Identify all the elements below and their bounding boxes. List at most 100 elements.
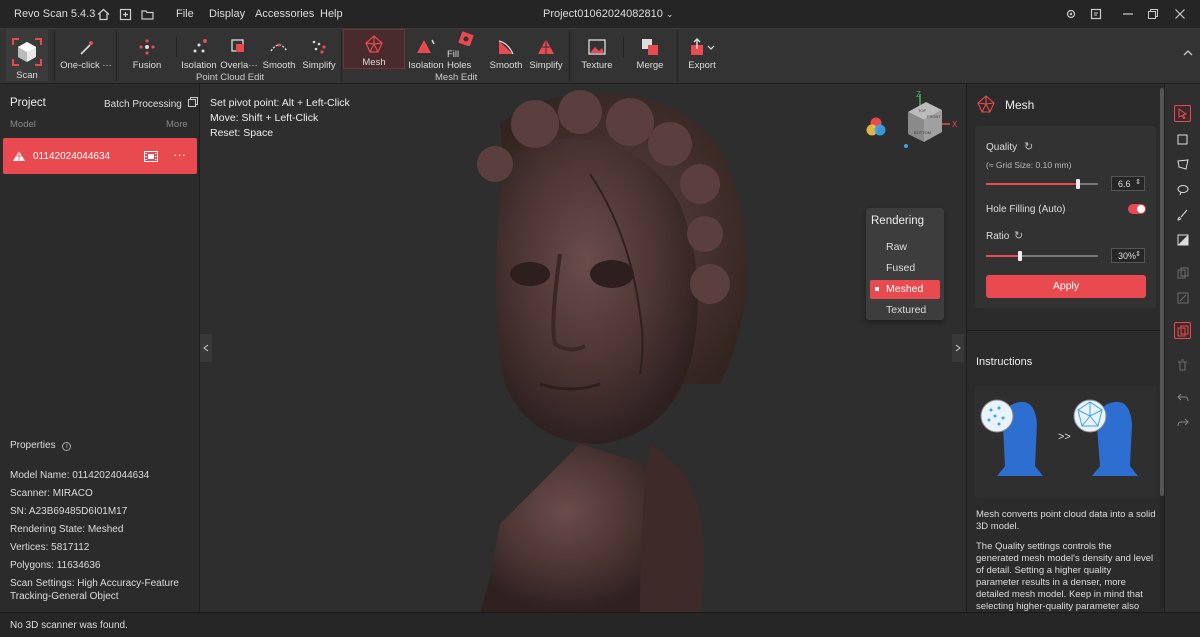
merge-button[interactable]: Merge [632, 29, 668, 71]
scan-label: Scan [16, 70, 38, 81]
texture-label: Texture [581, 60, 613, 71]
title-bar: Revo Scan 5.4.3 File Display Accessories… [0, 0, 1200, 28]
mesh-simplify-button[interactable]: Simplify [527, 29, 565, 71]
overlap-icon [231, 39, 244, 52]
ratio-value: 30% [1118, 251, 1137, 261]
menu-display[interactable]: Display [209, 8, 245, 20]
pc-overlap-button[interactable]: Overla··· [220, 29, 258, 71]
active-dot-icon [875, 287, 879, 291]
duplicate-icon[interactable] [1174, 322, 1191, 339]
rendering-raw[interactable]: Raw [870, 238, 940, 257]
collapse-right-panel-button[interactable] [952, 334, 964, 362]
brush-select-icon[interactable] [1174, 206, 1191, 223]
fusion-icon [139, 39, 155, 55]
feedback-icon[interactable] [1088, 6, 1104, 22]
mesh-model-icon [13, 151, 25, 161]
quality-value-input[interactable]: 6.6 ⇕ [1111, 176, 1145, 191]
fusion-label: Fusion [132, 60, 162, 71]
ratio-value-input[interactable]: 30% ⇕ [1111, 248, 1145, 263]
reset-ratio-icon[interactable]: ↻ [1014, 229, 1023, 242]
new-project-icon[interactable] [117, 6, 133, 22]
pc-simplify-button[interactable]: Simplify [300, 29, 338, 71]
chevron-left-icon [203, 344, 209, 352]
model-list-item[interactable]: 01142024044634 ··· [3, 138, 197, 174]
film-icon[interactable] [144, 151, 158, 162]
menu-file[interactable]: File [176, 8, 194, 20]
rendering-fused[interactable]: Fused [870, 259, 940, 278]
undo-icon[interactable] [1174, 389, 1191, 406]
fill-holes-button[interactable]: Fill Holes [447, 29, 485, 71]
ratio-slider-handle[interactable] [1017, 251, 1022, 261]
view-cube[interactable]: Z TOP FRONT BOTTOM X [900, 90, 960, 158]
pc-smooth-button[interactable]: Smooth [261, 29, 297, 71]
project-panel: Project Batch Processing Model More 0114… [0, 84, 200, 612]
rendering-menu: Rendering Raw Fused Meshed Textured [866, 208, 944, 320]
cube-top-label: TOP [918, 108, 926, 113]
invert-select-icon[interactable] [1174, 231, 1191, 248]
fusion-button[interactable]: Fusion [130, 29, 164, 71]
pc-isolation-label: Isolation [181, 60, 217, 71]
polygon-select-icon[interactable] [1174, 156, 1191, 173]
stepper-icon[interactable]: ⇕ [1135, 178, 1141, 186]
mesh-simplify-icon [538, 39, 554, 54]
pc-isolation-button[interactable]: Isolation [181, 29, 217, 71]
mesh-isolation-button[interactable]: Isolation [408, 29, 444, 71]
restore-icon[interactable] [1145, 6, 1161, 22]
mesh-smooth-label: Smooth [489, 60, 523, 71]
hint-move: Move: Shift + Left-Click [210, 112, 319, 124]
reset-quality-icon[interactable]: ↻ [1024, 140, 1033, 153]
scan-button[interactable]: Scan [6, 29, 48, 81]
model-column-header: Model [10, 119, 36, 130]
ratio-label: Ratio [986, 231, 1010, 242]
quality-label: Quality [986, 142, 1018, 153]
batch-processing-button[interactable]: Batch Processing [104, 97, 198, 110]
merge-label: Merge [636, 60, 664, 71]
menu-help[interactable]: Help [320, 8, 343, 20]
properties-heading: Properties i [10, 440, 72, 451]
prop-scan-settings-cont: Tracking-General Object [10, 591, 119, 602]
pc-smooth-label: Smooth [262, 60, 296, 71]
rendering-title: Rendering [871, 215, 925, 227]
mesh-button[interactable]: Mesh [343, 29, 405, 69]
more-column-header: More [166, 119, 188, 130]
chevron-right-icon [955, 344, 961, 352]
menu-accessories[interactable]: Accessories [255, 8, 314, 20]
minimize-icon[interactable] [1120, 6, 1136, 22]
settings-icon[interactable] [1063, 6, 1079, 22]
mesh-smooth-button[interactable]: Smooth [488, 29, 524, 71]
stepper-icon[interactable]: ⇕ [1135, 250, 1141, 258]
rendering-textured[interactable]: Textured [870, 301, 940, 320]
instructions-illustration: >> [975, 386, 1156, 498]
texture-button[interactable]: Texture [578, 29, 616, 71]
crop-disabled-icon [1174, 289, 1191, 306]
mesh-label: Mesh [362, 57, 386, 68]
magic-wand-icon [80, 41, 93, 55]
mesh-panel-title: Mesh [1005, 98, 1035, 112]
apply-button[interactable]: Apply [986, 275, 1146, 298]
project-title[interactable]: Project01062024082810 ⌄ [543, 8, 674, 20]
pointer-select-icon[interactable] [1174, 105, 1191, 122]
collapse-ribbon-icon[interactable] [1180, 45, 1196, 61]
rect-select-icon[interactable] [1174, 131, 1191, 148]
one-click-button[interactable]: One-click ··· [60, 29, 112, 71]
status-text: No 3D scanner was found. [10, 620, 128, 631]
rendering-meshed[interactable]: Meshed [870, 280, 940, 299]
home-icon[interactable] [95, 6, 111, 22]
3d-viewport[interactable]: Set pivot point: Alt + Left-Click Move: … [200, 84, 966, 612]
ribbon-toolbar: Scan One-click ··· Fusion Isolation Over… [0, 28, 1200, 84]
hole-filling-toggle[interactable] [1128, 204, 1146, 214]
close-icon[interactable] [1172, 6, 1188, 22]
lasso-select-icon[interactable] [1174, 181, 1191, 198]
quality-slider-handle[interactable] [1075, 179, 1080, 189]
group-mesh-edit: Mesh Edit [435, 72, 478, 83]
info-icon[interactable]: i [62, 442, 72, 451]
collapse-left-panel-button[interactable] [200, 334, 212, 362]
project-title-text: Project01062024082810 [543, 8, 663, 20]
color-palette-icon[interactable] [865, 116, 887, 138]
redo-icon[interactable] [1174, 414, 1191, 431]
export-button[interactable]: Export [684, 29, 720, 71]
arrow-text: >> [1058, 431, 1071, 443]
more-options-icon[interactable]: ··· [173, 147, 186, 162]
open-folder-icon[interactable] [139, 6, 155, 22]
axis-z-label: Z [916, 90, 921, 99]
